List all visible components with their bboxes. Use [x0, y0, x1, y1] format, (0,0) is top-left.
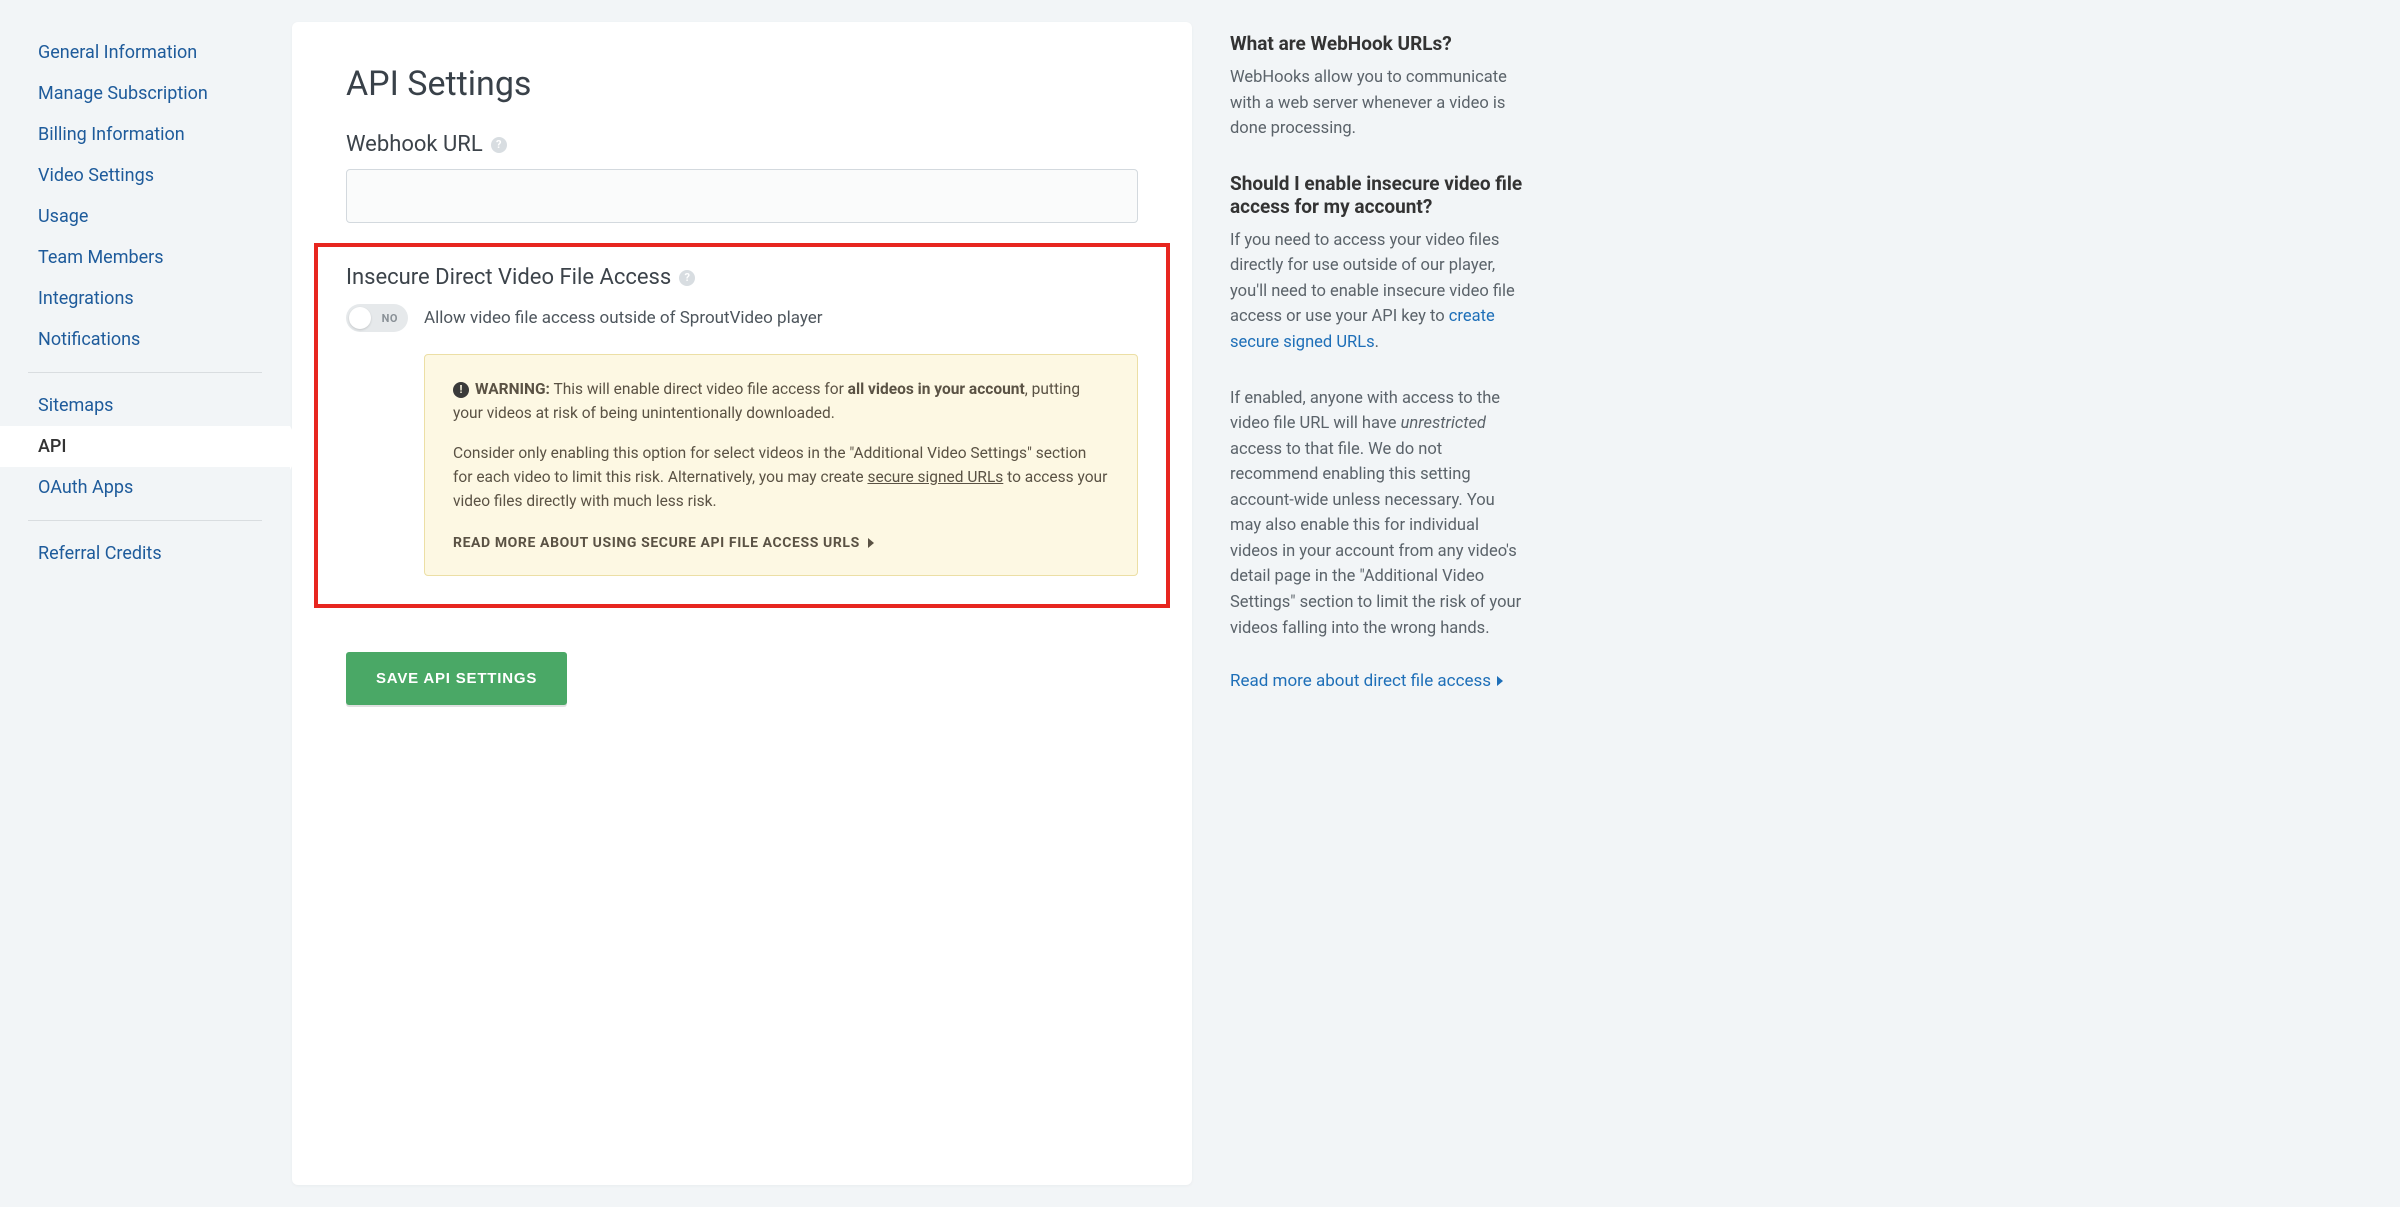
warning-box: ! WARNING: This will enable direct video …: [424, 354, 1138, 576]
sidebar-item-integrations[interactable]: Integrations: [0, 278, 290, 319]
toggle-state-label: NO: [382, 312, 398, 325]
warning-icon: !: [453, 382, 469, 398]
info-text-insecure-1: If you need to access your video files d…: [1230, 228, 1528, 356]
sidebar-item-sitemaps[interactable]: Sitemaps: [0, 385, 290, 426]
webhook-url-label-text: Webhook URL: [346, 132, 483, 157]
save-api-settings-button[interactable]: SAVE API SETTINGS: [346, 652, 567, 705]
info-text-webhooks: WebHooks allow you to communicate with a…: [1230, 65, 1528, 142]
sidebar-item-manage-subscription[interactable]: Manage Subscription: [0, 73, 290, 114]
help-icon[interactable]: ?: [679, 270, 695, 286]
info-sidebar: What are WebHook URLs? WebHooks allow yo…: [1212, 0, 1552, 1207]
main-panel: API Settings Webhook URL ? Insecure Dire…: [292, 22, 1192, 1185]
warning-line-1: ! WARNING: This will enable direct video …: [453, 377, 1109, 425]
info-text-3b: access to that file. We do not recommend…: [1230, 440, 1521, 638]
caret-right-icon: [868, 538, 874, 548]
sidebar-divider: [28, 372, 262, 373]
help-icon[interactable]: ?: [491, 137, 507, 153]
insecure-access-label: Insecure Direct Video File Access ?: [346, 265, 1138, 290]
sidebar-item-referral-credits[interactable]: Referral Credits: [0, 533, 290, 574]
sidebar-item-video-settings[interactable]: Video Settings: [0, 155, 290, 196]
sidebar-divider: [28, 520, 262, 521]
insecure-access-label-text: Insecure Direct Video File Access: [346, 265, 671, 290]
info-text-2b: .: [1375, 333, 1379, 352]
sidebar-item-billing-information[interactable]: Billing Information: [0, 114, 290, 155]
webhook-url-input[interactable]: [346, 169, 1138, 223]
caret-right-icon: [1497, 676, 1503, 686]
sidebar-item-team-members[interactable]: Team Members: [0, 237, 290, 278]
sidebar: General Information Manage Subscription …: [0, 0, 290, 1207]
sidebar-item-api[interactable]: API: [0, 426, 290, 467]
webhook-url-label: Webhook URL ?: [346, 132, 1138, 157]
read-more-secure-urls-text: READ MORE ABOUT USING SECURE API FILE AC…: [453, 535, 860, 551]
sidebar-item-general-information[interactable]: General Information: [0, 32, 290, 73]
warning-line-2: Consider only enabling this option for s…: [453, 441, 1109, 513]
warning-text-1a: This will enable direct video file acces…: [550, 380, 848, 398]
insecure-access-section: Insecure Direct Video File Access ? NO A…: [314, 243, 1170, 608]
read-more-direct-access-link[interactable]: Read more about direct file access: [1230, 671, 1491, 691]
page-title: API Settings: [346, 64, 1138, 104]
info-heading-webhooks: What are WebHook URLs?: [1230, 32, 1528, 55]
sidebar-item-usage[interactable]: Usage: [0, 196, 290, 237]
info-text-3em: unrestricted: [1401, 414, 1486, 433]
read-more-secure-urls-link[interactable]: READ MORE ABOUT USING SECURE API FILE AC…: [453, 535, 874, 551]
warning-text-1b: all videos in your account: [848, 380, 1025, 398]
sidebar-item-notifications[interactable]: Notifications: [0, 319, 290, 360]
warning-prefix: WARNING:: [475, 380, 550, 398]
sidebar-item-oauth-apps[interactable]: OAuth Apps: [0, 467, 290, 508]
toggle-description: Allow video file access outside of Sprou…: [424, 308, 823, 328]
insecure-access-toggle[interactable]: NO: [346, 304, 408, 332]
info-heading-insecure: Should I enable insecure video file acce…: [1230, 172, 1528, 218]
info-text-insecure-2: If enabled, anyone with access to the vi…: [1230, 386, 1528, 642]
toggle-knob: [349, 307, 371, 329]
secure-signed-urls-link[interactable]: secure signed URLs: [867, 468, 1003, 486]
